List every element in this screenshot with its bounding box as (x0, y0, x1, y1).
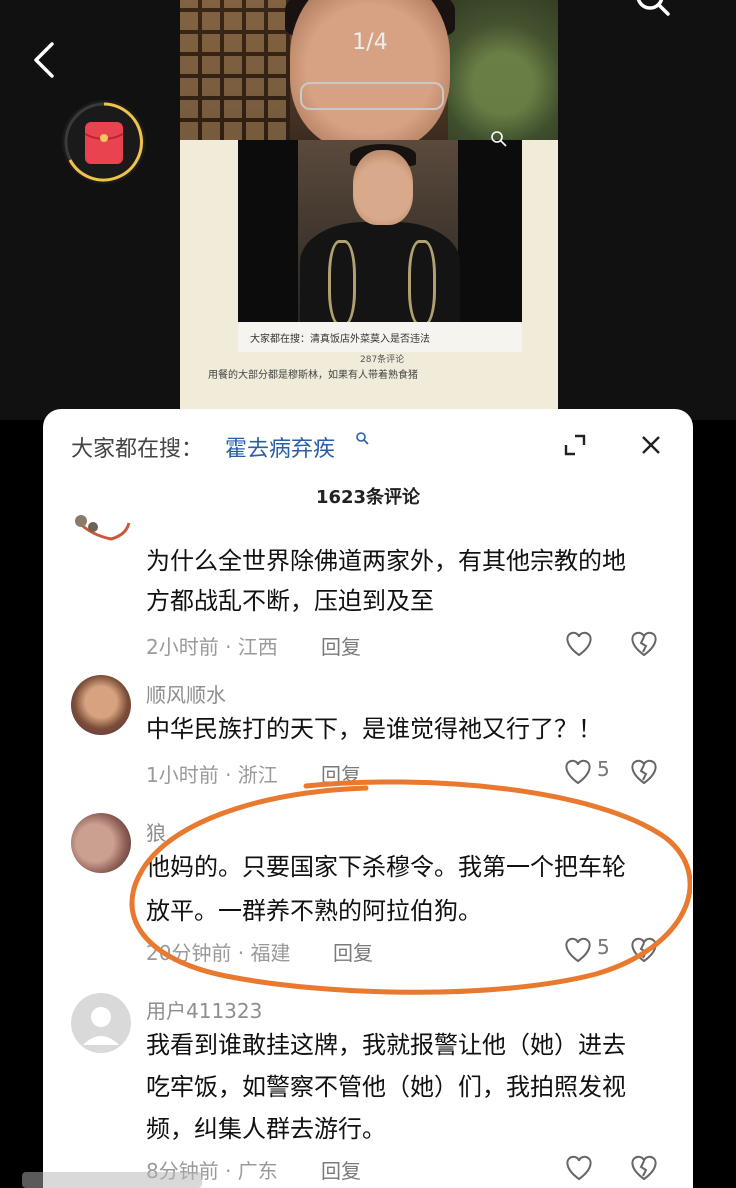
default-user-icon (83, 1007, 119, 1045)
avatar[interactable] (71, 509, 131, 549)
comment-text: 频，纠集人群去游行。 (146, 1115, 386, 1143)
comment-text: 我看到谁敢挂这牌，我就报警让他（她）进去 (146, 1031, 626, 1059)
video-frame[interactable]: 大家都在搜：清真饭店外菜莫入是否违法 287条评论 用餐的大部分都是穆斯林，如果… (180, 0, 558, 410)
annotation-circle (129, 779, 692, 995)
page-counter: 1/4 (352, 30, 388, 55)
comment-text: 吃牢饭，如警察不管他（她）们，我拍照发视 (146, 1073, 626, 1101)
comment-text: 方都战乱不断，压迫到及至 (146, 587, 434, 615)
search-small-icon[interactable] (355, 431, 371, 447)
comment-meta: 2小时前 · 江西 (146, 635, 278, 659)
like-heart-icon[interactable] (561, 629, 621, 659)
avatar[interactable] (71, 813, 131, 873)
wooden-window (180, 0, 290, 140)
comment-count: 1623条评论 (315, 487, 421, 508)
redpacket-icon (85, 122, 123, 164)
expand-icon[interactable] (563, 433, 587, 457)
bottom-bar (22, 1172, 202, 1188)
search-suggestion-link[interactable]: 霍去病弃疾 (225, 431, 335, 463)
comment-username[interactable]: 用户411323 (146, 995, 262, 1024)
avatar[interactable] (71, 993, 131, 1053)
mini-comment-text: 用餐的大部分都是穆斯林，如果有人带着熟食猪 (208, 370, 418, 381)
reply-button[interactable]: 回复 (321, 631, 361, 660)
comment-text: 为什么全世界除佛道两家外，有其他宗教的地 (146, 547, 626, 575)
mini-comment-bar: 大家都在搜：清真饭店外菜莫入是否违法 (238, 322, 522, 352)
vest-pattern-left (328, 240, 356, 326)
reply-button[interactable]: 回复 (321, 1155, 361, 1184)
inner-person-face (353, 150, 413, 225)
vest-pattern-right (408, 240, 436, 326)
mini-comment-count: 287条评论 (360, 355, 405, 365)
search-icon[interactable] (630, 0, 674, 28)
comment-username[interactable]: 顺风顺水 (146, 679, 226, 708)
back-arrow-icon[interactable] (28, 38, 68, 82)
redpacket-button[interactable] (62, 100, 146, 184)
person-face (290, 0, 450, 150)
dislike-heart-icon[interactable] (629, 629, 659, 659)
dislike-heart-icon[interactable] (629, 1153, 659, 1183)
embedded-video (238, 140, 522, 326)
inner-person-body (300, 222, 460, 322)
comment-text: 中华民族打的天下，是谁觉得祂又行了？！ (146, 715, 602, 743)
mini-search-text: 大家都在搜：清真饭店外菜莫入是否违法 (250, 334, 430, 345)
search-suggestion-prefix: 大家都在搜： (71, 437, 204, 462)
redpacket-progress-ring (64, 102, 144, 182)
like-heart-icon[interactable] (561, 1153, 621, 1183)
video-top-scene (180, 0, 558, 150)
avatar[interactable] (71, 675, 131, 735)
plants (448, 0, 558, 140)
mini-search-icon (491, 131, 507, 147)
glasses (300, 82, 444, 110)
close-icon[interactable] (639, 433, 663, 457)
video-area: 大家都在搜：清真饭店外菜莫入是否违法 287条评论 用餐的大部分都是穆斯林，如果… (0, 0, 736, 420)
